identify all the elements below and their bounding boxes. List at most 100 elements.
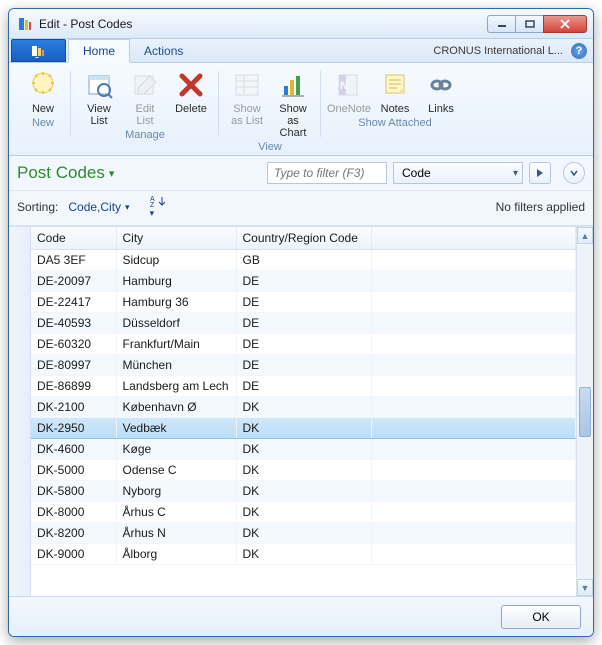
table-row[interactable]: DK-4600KøgeDK (31, 439, 576, 460)
table-cell (371, 250, 576, 271)
showchart-button[interactable]: Showas Chart (271, 67, 315, 141)
table-row[interactable]: DK-2100København ØDK (31, 397, 576, 418)
table-cell (371, 481, 576, 502)
ribbon-button-label: Notes (381, 103, 410, 115)
ribbon-group: NewNew (15, 67, 71, 153)
scroll-up-arrow[interactable]: ▲ (577, 227, 593, 244)
new-icon (27, 69, 59, 101)
onenote-icon: N (333, 69, 365, 101)
help-icon[interactable]: ? (571, 43, 587, 59)
table-cell: København Ø (116, 397, 236, 418)
dialog-footer: OK (9, 596, 593, 636)
table-cell: Frankfurt/Main (116, 334, 236, 355)
row-header-column (9, 227, 31, 596)
table-cell: DK-4600 (31, 439, 116, 460)
table-cell: Landsberg am Lech (116, 376, 236, 397)
showlist-icon (231, 69, 263, 101)
vertical-scrollbar[interactable]: ▲ ▼ (576, 227, 593, 596)
filter-input[interactable] (267, 162, 387, 184)
table-cell: Nyborg (116, 481, 236, 502)
showlist-button: Showas List (225, 67, 269, 141)
table-row[interactable]: DK-5800NyborgDK (31, 481, 576, 502)
sort-direction-button[interactable]: A Z ▾ (150, 195, 168, 219)
table-row[interactable]: DE-80997MünchenDE (31, 355, 576, 376)
table-cell: DE (236, 334, 371, 355)
table-row[interactable]: DE-86899Landsberg am LechDE (31, 376, 576, 397)
table-row[interactable]: DK-2950VedbækDK (31, 418, 576, 439)
table-cell: DK-2950 (31, 418, 116, 439)
filter-go-button[interactable] (529, 162, 551, 184)
table-cell: DK-8200 (31, 523, 116, 544)
table-cell: DE-60320 (31, 334, 116, 355)
svg-text:N: N (340, 80, 348, 92)
table-cell (371, 376, 576, 397)
chevron-down-icon: ▾ (125, 202, 130, 213)
column-header-country[interactable]: Country/Region Code (236, 227, 371, 250)
company-name: CRONUS International L... (433, 39, 567, 62)
ribbon-group: Showas ListShowas ChartView (219, 67, 321, 153)
sorting-value[interactable]: Code,City ▾ (68, 200, 129, 214)
table-row[interactable]: DA5 3EFSidcupGB (31, 250, 576, 271)
table-row[interactable]: DK-9000ÅlborgDK (31, 544, 576, 565)
close-button[interactable] (543, 15, 587, 33)
links-icon (425, 69, 457, 101)
table-cell (371, 334, 576, 355)
links-button[interactable]: Links (419, 67, 463, 117)
table-cell: DK (236, 523, 371, 544)
table: Code City Country/Region Code DA5 3EFSid… (31, 227, 576, 565)
table-header-row: Code City Country/Region Code (31, 227, 576, 250)
app-menu-button[interactable] (11, 39, 66, 62)
table-row[interactable]: DE-60320Frankfurt/MainDE (31, 334, 576, 355)
ribbon-group-label: Manage (125, 129, 165, 141)
viewlist-button[interactable]: ViewList (77, 67, 121, 129)
column-header-code[interactable]: Code (31, 227, 116, 250)
table-cell: DE (236, 355, 371, 376)
app-icon (17, 16, 33, 32)
onenote-button: NOneNote (327, 67, 371, 117)
titlebar: Edit - Post Codes (9, 9, 593, 39)
showchart-icon (277, 69, 309, 101)
chevron-down-icon: ▾ (109, 167, 115, 180)
table-cell: Hamburg (116, 271, 236, 292)
column-header-city[interactable]: City (116, 227, 236, 250)
page-title[interactable]: Post Codes ▾ (17, 163, 261, 183)
table-cell (371, 271, 576, 292)
ok-button[interactable]: OK (501, 605, 581, 629)
filter-field-value: Code (402, 166, 431, 180)
table-cell: Århus C (116, 502, 236, 523)
table-row[interactable]: DE-22417Hamburg 36DE (31, 292, 576, 313)
table-cell: DK-5000 (31, 460, 116, 481)
table-cell: DE-20097 (31, 271, 116, 292)
notes-button[interactable]: Notes (373, 67, 417, 117)
filter-bar: Post Codes ▾ Code ▾ (9, 156, 593, 191)
maximize-button[interactable] (515, 15, 543, 33)
notes-icon (379, 69, 411, 101)
delete-icon (175, 69, 207, 101)
ribbon-group-label: View (258, 141, 282, 153)
table-row[interactable]: DK-8000Århus CDK (31, 502, 576, 523)
table-row[interactable]: DE-20097HamburgDE (31, 271, 576, 292)
table-cell: Vedbæk (116, 418, 236, 439)
page-title-text: Post Codes (17, 163, 105, 183)
scroll-thumb[interactable] (579, 387, 591, 437)
table-row[interactable]: DE-40593DüsseldorfDE (31, 313, 576, 334)
delete-button[interactable]: Delete (169, 67, 213, 129)
table-cell: Køge (116, 439, 236, 460)
table-cell (371, 439, 576, 460)
expand-filters-button[interactable] (563, 162, 585, 184)
table-row[interactable]: DK-8200Århus NDK (31, 523, 576, 544)
sorting-label: Sorting: (17, 200, 58, 214)
scroll-down-arrow[interactable]: ▼ (577, 579, 593, 596)
filter-field-dropdown[interactable]: Code ▾ (393, 162, 523, 184)
tab-home[interactable]: Home (68, 39, 130, 63)
table-cell (371, 460, 576, 481)
ribbon-group-label: Show Attached (358, 117, 431, 129)
table-cell: GB (236, 250, 371, 271)
ribbon-button-label: EditList (136, 103, 155, 127)
table-cell: DE (236, 376, 371, 397)
tab-actions[interactable]: Actions (130, 39, 197, 62)
data-grid: Code City Country/Region Code DA5 3EFSid… (9, 226, 593, 596)
minimize-button[interactable] (487, 15, 515, 33)
new-button[interactable]: New (21, 67, 65, 117)
table-row[interactable]: DK-5000Odense CDK (31, 460, 576, 481)
